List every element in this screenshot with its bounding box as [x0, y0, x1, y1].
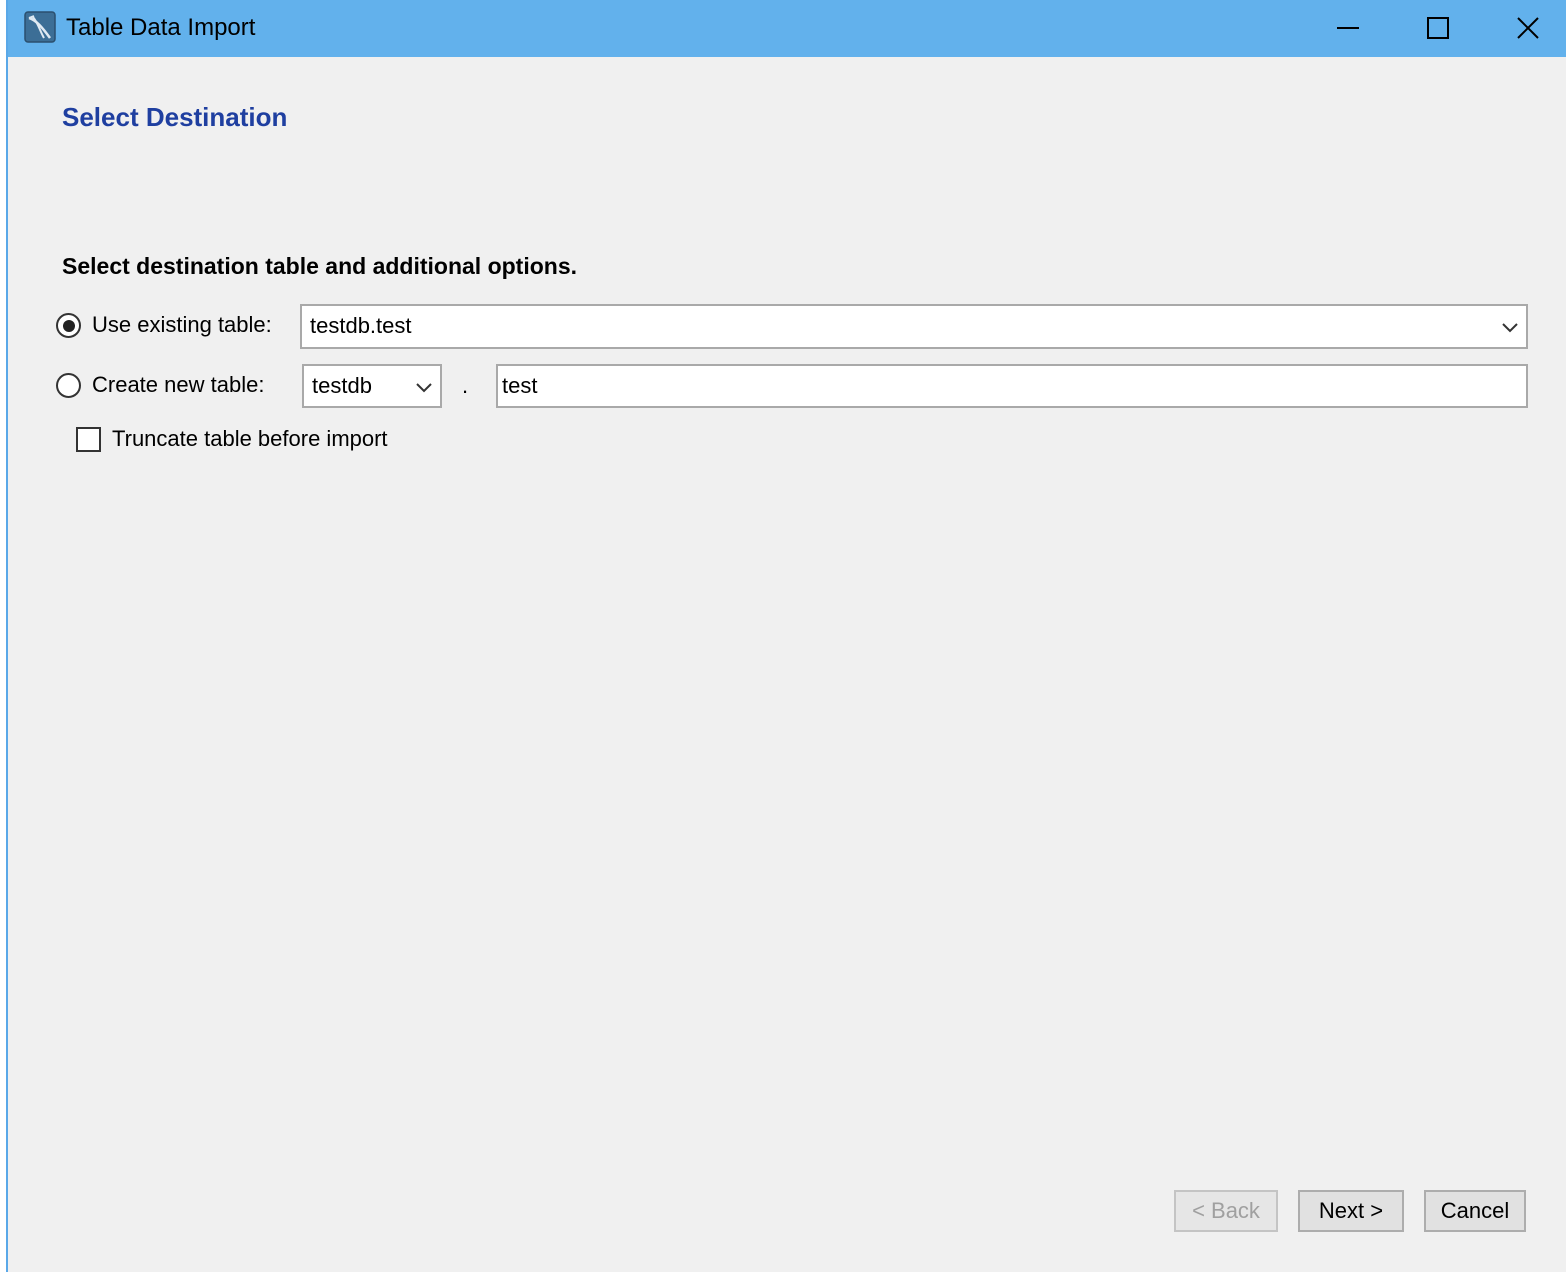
- title-bar[interactable]: Table Data Import: [8, 0, 1566, 57]
- schema-select[interactable]: testdb: [302, 364, 442, 408]
- minimize-button[interactable]: [1303, 0, 1393, 57]
- close-button[interactable]: [1483, 0, 1566, 57]
- use-existing-table-radio[interactable]: [56, 313, 81, 338]
- create-new-table-radio[interactable]: [56, 373, 81, 398]
- chevron-down-icon: [416, 383, 432, 393]
- truncate-table-checkbox[interactable]: [76, 427, 101, 452]
- instruction-text: Select destination table and additional …: [62, 253, 577, 279]
- create-new-table-label[interactable]: Create new table:: [92, 371, 264, 399]
- truncate-table-label[interactable]: Truncate table before import: [112, 425, 388, 453]
- window-title: Table Data Import: [66, 14, 256, 41]
- cancel-button[interactable]: Cancel: [1424, 1190, 1526, 1232]
- next-button[interactable]: Next >: [1298, 1190, 1404, 1232]
- radio-selected-dot: [62, 319, 75, 332]
- schema-value: testdb: [312, 373, 372, 398]
- new-table-name-input[interactable]: [496, 364, 1528, 408]
- maximize-button[interactable]: [1393, 0, 1483, 57]
- schema-table-separator: .: [462, 373, 469, 398]
- minimize-icon: [1337, 27, 1359, 29]
- back-button[interactable]: < Back: [1174, 1190, 1278, 1232]
- close-icon: [1517, 17, 1539, 39]
- page-title: Select Destination: [62, 102, 288, 132]
- existing-table-select[interactable]: testdb.test: [300, 304, 1528, 349]
- existing-table-value: testdb.test: [310, 313, 412, 338]
- background-window-edge: [0, 0, 8, 1272]
- maximize-icon: [1427, 17, 1449, 39]
- chevron-down-icon: [1502, 323, 1518, 333]
- use-existing-table-label[interactable]: Use existing table:: [92, 311, 272, 339]
- mysql-dolphin-icon: [24, 11, 56, 43]
